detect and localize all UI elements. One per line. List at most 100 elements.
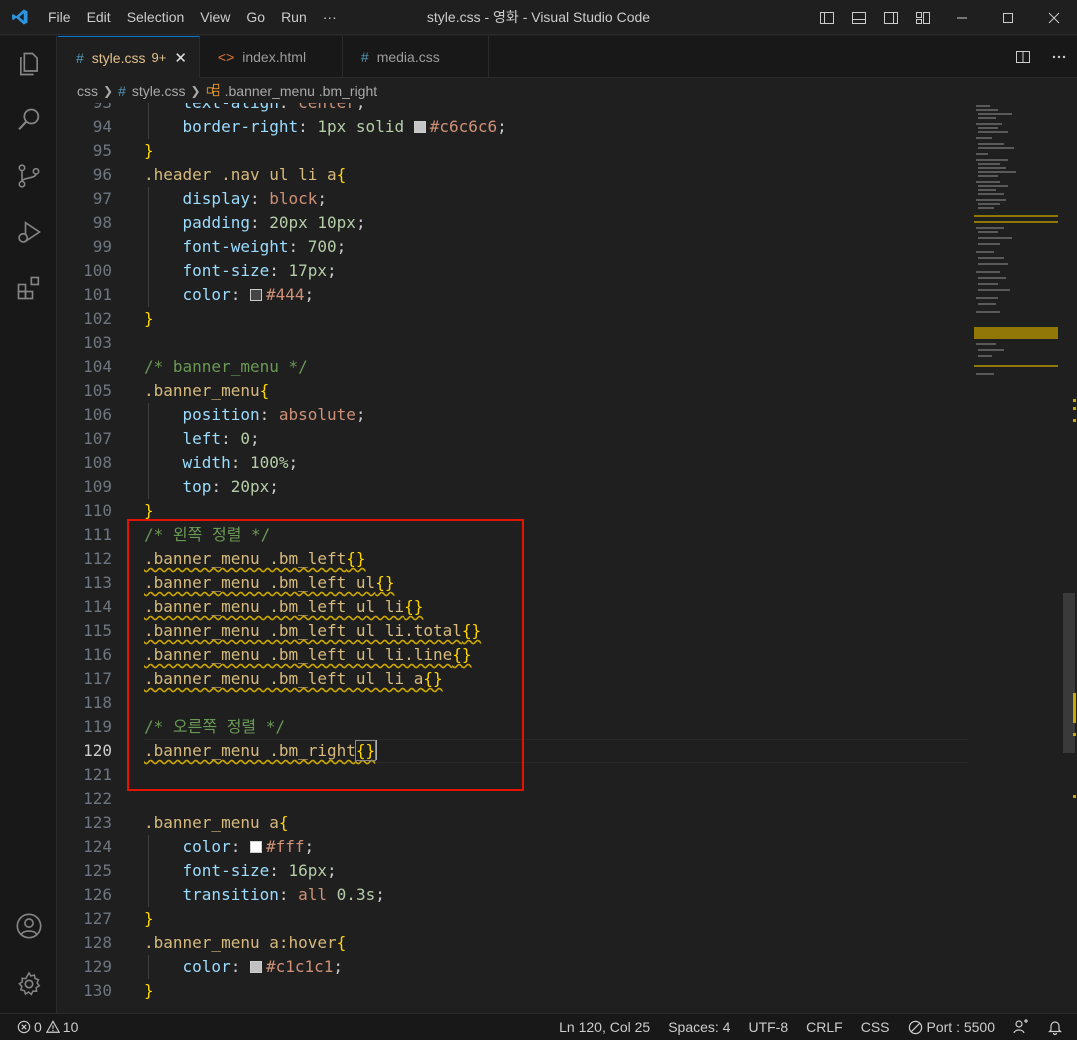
css-file-icon: # <box>118 83 126 99</box>
line-number: 97 <box>92 189 112 208</box>
breadcrumb-folder[interactable]: css <box>77 83 98 99</box>
source-control-icon[interactable] <box>0 148 57 204</box>
code-line: 100 font-size: 17px; <box>58 259 968 283</box>
notifications-bell-icon[interactable] <box>1038 1019 1077 1035</box>
color-swatch[interactable] <box>249 289 262 301</box>
code-line: 101 color: #444; <box>58 283 968 307</box>
line-code: } <box>144 501 154 520</box>
language-mode[interactable]: CSS <box>852 1019 899 1035</box>
minimize-button[interactable] <box>939 0 985 35</box>
line-number: 98 <box>92 213 112 232</box>
extensions-icon[interactable] <box>0 260 57 316</box>
toggle-primary-sidebar-icon[interactable] <box>811 0 843 35</box>
color-swatch[interactable] <box>413 121 426 133</box>
customize-layout-icon[interactable] <box>907 0 939 35</box>
close-tab-icon[interactable]: ✕ <box>174 49 187 67</box>
toggle-secondary-sidebar-icon[interactable] <box>875 0 907 35</box>
menu-selection[interactable]: Selection <box>119 0 193 35</box>
manage-gear-icon[interactable] <box>0 956 57 1012</box>
end-of-line[interactable]: CRLF <box>797 1019 852 1035</box>
line-code: .banner_menu .bm_left ul{} <box>144 573 395 592</box>
indentation[interactable]: Spaces: 4 <box>659 1019 739 1035</box>
run-debug-icon[interactable] <box>0 204 57 260</box>
code-editor[interactable]: 93 text-align: center; 94 border-right: … <box>58 103 968 1013</box>
menu-edit[interactable]: Edit <box>79 0 119 35</box>
status-bar: 0 10 Ln 120, Col 25 Spaces: 4 UTF-8 CRLF… <box>0 1013 1077 1040</box>
menu-view[interactable]: View <box>192 0 238 35</box>
tab-label: index.html <box>242 48 307 65</box>
line-code: position: absolute; <box>182 405 366 424</box>
more-actions-icon[interactable] <box>1041 36 1077 77</box>
line-number: 105 <box>83 381 112 400</box>
code-line: 105 .banner_menu{ <box>58 379 968 403</box>
breadcrumb-symbol[interactable]: .banner_menu .bm_right <box>225 83 378 99</box>
line-number: 129 <box>83 957 112 976</box>
editor-tabs: # style.css 9+ ✕ <> index.html # media.c… <box>58 36 1077 78</box>
line-code: font-size: 16px; <box>182 861 337 880</box>
code-line: 107 left: 0; <box>58 427 968 451</box>
tab-label: media.css <box>376 48 440 65</box>
line-number: 101 <box>83 285 112 304</box>
line-number: 122 <box>83 789 112 808</box>
line-number: 104 <box>83 357 112 376</box>
problems-status[interactable]: 0 10 <box>17 1019 87 1035</box>
explorer-icon[interactable] <box>0 36 57 92</box>
chevron-right-icon: ❯ <box>103 84 114 98</box>
line-code: font-size: 17px; <box>182 261 337 280</box>
cursor-position[interactable]: Ln 120, Col 25 <box>550 1019 659 1035</box>
menu-file[interactable]: File <box>40 0 79 35</box>
line-number: 119 <box>83 717 112 736</box>
line-code: .banner_menu .bm_left ul li.total{} <box>144 621 482 640</box>
line-number: 124 <box>83 837 112 856</box>
code-line: 120 .banner_menu .bm_right{} <box>58 739 968 763</box>
close-window-button[interactable] <box>1031 0 1077 35</box>
toggle-panel-icon[interactable] <box>843 0 875 35</box>
search-icon[interactable] <box>0 92 57 148</box>
code-line: 114 .banner_menu .bm_left ul li{} <box>58 595 968 619</box>
line-code: .banner_menu .bm_left ul li.line{} <box>144 645 472 664</box>
line-code: top: 20px; <box>182 477 279 496</box>
code-line: 119 /* 오른쪽 정렬 */ <box>58 715 968 739</box>
error-icon <box>17 1020 31 1034</box>
breadcrumb-file[interactable]: style.css <box>132 83 186 99</box>
tab-style-css[interactable]: # style.css 9+ ✕ <box>58 36 200 78</box>
vertical-scrollbar[interactable] <box>1060 103 1077 1013</box>
menu-more[interactable]: ··· <box>315 0 345 35</box>
breadcrumb: css ❯ # style.css ❯ .banner_menu .bm_rig… <box>58 79 1077 103</box>
accounts-icon[interactable] <box>0 898 57 954</box>
css-file-icon: # <box>76 49 84 66</box>
minimap[interactable] <box>972 103 1060 1013</box>
text-cursor <box>375 740 378 760</box>
line-number: 118 <box>83 693 112 712</box>
color-swatch[interactable] <box>249 961 262 973</box>
line-number: 102 <box>83 309 112 328</box>
code-line: 113 .banner_menu .bm_left ul{} <box>58 571 968 595</box>
line-code: font-weight: 700; <box>182 237 347 256</box>
line-code: /* 왼쪽 정렬 */ <box>144 525 271 544</box>
color-swatch[interactable] <box>249 841 262 853</box>
encoding[interactable]: UTF-8 <box>739 1019 797 1035</box>
tab-index-html[interactable]: <> index.html <box>199 36 343 77</box>
code-line: 128 .banner_menu a:hover{ <box>58 931 968 955</box>
code-line: 127} <box>58 907 968 931</box>
line-code: color: #c1c1c1; <box>182 957 344 976</box>
menu-run[interactable]: Run <box>273 0 315 35</box>
code-line: 111 /* 왼쪽 정렬 */ <box>58 523 968 547</box>
menu-go[interactable]: Go <box>238 0 273 35</box>
line-number: 110 <box>83 501 112 520</box>
line-code: .banner_menu .bm_left ul li a{} <box>144 669 443 688</box>
line-code: width: 100%; <box>182 453 299 472</box>
maximize-button[interactable] <box>985 0 1031 35</box>
line-number: 115 <box>83 621 112 640</box>
tab-media-css[interactable]: # media.css <box>342 36 489 77</box>
split-editor-icon[interactable] <box>1005 36 1041 77</box>
code-line: 116 .banner_menu .bm_left ul li.line{} <box>58 643 968 667</box>
scrollbar-thumb[interactable] <box>1063 593 1075 753</box>
code-line: 124 color: #fff; <box>58 835 968 859</box>
line-number: 125 <box>83 861 112 880</box>
port-blocked-icon <box>908 1020 922 1034</box>
accounts-feedback-icon[interactable] <box>1004 1019 1038 1035</box>
live-server-status[interactable]: Port : 5500 <box>899 1019 1005 1035</box>
line-number: 117 <box>83 669 112 688</box>
line-code: color: #fff; <box>182 837 315 856</box>
